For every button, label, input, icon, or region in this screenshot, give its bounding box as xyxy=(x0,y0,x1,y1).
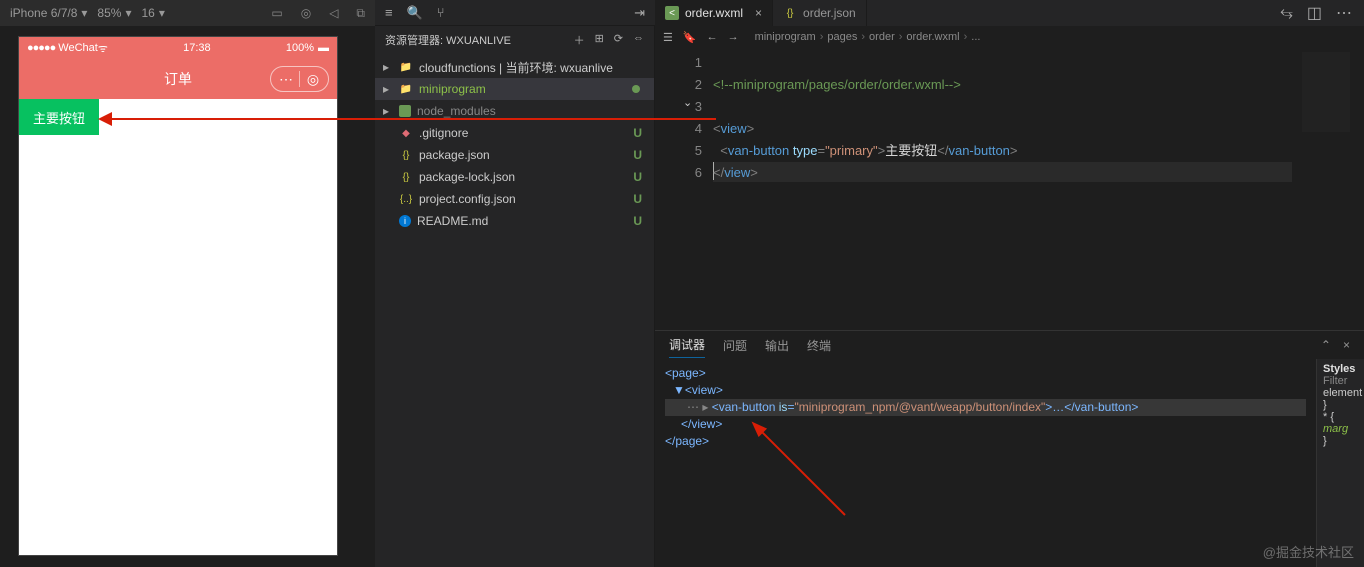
tree-item[interactable]: ▸📁cloudfunctions | 当前环境: wxuanlive xyxy=(375,56,654,78)
device-bar: iPhone 6/7/8 85% 16 ▭ ◎ ◁ ⧉ xyxy=(0,0,375,26)
outline-icon[interactable]: ≡ xyxy=(385,5,393,20)
sim-status-bar: WeChat ᯤ 17:38 100% ▬ xyxy=(19,37,337,59)
explorer-title: 资源管理器: WXUANLIVE xyxy=(385,32,511,48)
capsule-close-icon[interactable]: ◎ xyxy=(304,71,322,88)
sim-nav-bar: 订单 ⋯ ◎ xyxy=(19,59,337,99)
debug-tab[interactable]: 输出 xyxy=(765,333,789,358)
search-icon[interactable]: 🔍 xyxy=(407,5,423,21)
panel-close-icon[interactable]: × xyxy=(1343,338,1350,352)
styles-filter[interactable]: Filter xyxy=(1323,375,1358,387)
mute-icon[interactable]: ◁ xyxy=(329,6,338,21)
editor-tab[interactable]: <order.wxml× xyxy=(655,0,773,26)
sim-body: 主要按钮 xyxy=(19,99,337,555)
split-editor-icon[interactable]: ◫ xyxy=(1307,3,1322,23)
panel-up-icon[interactable]: ⌃ xyxy=(1321,338,1331,352)
refresh-icon[interactable]: ⟳ xyxy=(614,32,623,48)
styles-title: Styles xyxy=(1323,363,1358,375)
collapse-all-icon[interactable]: ⇔ xyxy=(633,32,644,48)
minimap[interactable] xyxy=(1302,52,1350,132)
debug-tab[interactable]: 终端 xyxy=(807,333,831,358)
tree-item[interactable]: {}package-lock.jsonU xyxy=(375,166,654,188)
annotation-arrow xyxy=(106,118,716,120)
tree-item[interactable]: ◆.gitignoreU xyxy=(375,122,654,144)
device-scale[interactable]: 85% xyxy=(97,6,131,20)
editor-tabs: <order.wxml×{}order.json ⥃ ◫ ⋯ xyxy=(655,0,1364,26)
device-net[interactable]: 16 xyxy=(141,6,164,20)
device-name[interactable]: iPhone 6/7/8 xyxy=(10,6,87,20)
list-icon[interactable]: ☰ xyxy=(663,31,673,44)
nav-back-icon[interactable]: ← xyxy=(707,31,718,44)
tree-item[interactable]: {}package.jsonU xyxy=(375,144,654,166)
primary-button[interactable]: 主要按钮 xyxy=(19,99,99,135)
editor-tab[interactable]: {}order.json xyxy=(773,0,867,26)
file-tree: ▸📁cloudfunctions | 当前环境: wxuanlive▸📁mini… xyxy=(375,54,654,234)
tree-item[interactable]: iREADME.mdU xyxy=(375,210,654,232)
watermark: @掘金技术社区 xyxy=(1263,542,1354,561)
capsule[interactable]: ⋯ ◎ xyxy=(270,66,329,92)
capsule-menu-icon[interactable]: ⋯ xyxy=(277,71,295,88)
debug-tab[interactable]: 调试器 xyxy=(669,332,705,358)
fold-icon[interactable]: ⌄ xyxy=(683,96,692,109)
record-icon[interactable]: ◎ xyxy=(301,6,311,21)
debug-tab[interactable]: 问题 xyxy=(723,333,747,358)
simulator: WeChat ᯤ 17:38 100% ▬ 订单 ⋯ ◎ 主要按钮 xyxy=(18,36,338,556)
tree-item[interactable]: {..}project.config.jsonU xyxy=(375,188,654,210)
more-icon[interactable]: ⋯ xyxy=(1336,3,1352,23)
gutter: 123456 xyxy=(655,48,710,330)
debug-tab-bar: 调试器问题输出终端 ⌃ × xyxy=(655,331,1364,359)
battery-label: 100% xyxy=(286,42,314,54)
signal-icon xyxy=(27,42,55,54)
battery-icon: ▬ xyxy=(318,42,329,54)
code-lines: <!--miniprogram/pages/order/order.wxml--… xyxy=(713,52,1294,206)
scm-icon[interactable]: ⑂ xyxy=(437,5,445,20)
rotate-icon[interactable]: ⧉ xyxy=(356,6,365,21)
explorer-panel: 资源管理器: WXUANLIVE ＋ ⊞ ⟳ ⇔ ▸📁cloudfunction… xyxy=(375,26,655,567)
new-file-icon[interactable]: ＋ xyxy=(574,32,585,48)
carrier-label: WeChat xyxy=(58,42,98,54)
bookmark-icon[interactable]: 🔖 xyxy=(683,31,697,44)
annotation-arrow-head xyxy=(98,112,112,126)
compare-icon[interactable]: ⥃ xyxy=(1280,4,1293,22)
nav-fwd-icon[interactable]: → xyxy=(728,31,739,44)
styles-pane[interactable]: Styles Filter element } * { marg } xyxy=(1316,359,1364,567)
tree-item[interactable]: ▸📁miniprogram xyxy=(375,78,654,100)
new-folder-icon[interactable]: ⊞ xyxy=(595,32,604,48)
explorer-header: 资源管理器: WXUANLIVE ＋ ⊞ ⟳ ⇔ xyxy=(375,26,654,54)
close-icon[interactable]: × xyxy=(755,6,762,20)
breadcrumb-bar: ☰ 🔖 ← → miniprogrampagesorderorder.wxml.… xyxy=(655,26,1364,48)
wifi-icon: ᯤ xyxy=(98,41,108,56)
code-editor[interactable]: 123456 ⌄ <!--miniprogram/pages/order/ord… xyxy=(655,48,1364,330)
device-dock-icon[interactable]: ▭ xyxy=(271,6,282,21)
page-title: 订单 xyxy=(164,69,192,89)
editor-icon-bar: ≡ 🔍 ⑂ ⇥ xyxy=(375,0,655,26)
breadcrumb[interactable]: miniprogrampagesorderorder.wxml... xyxy=(755,31,981,43)
annotation-arrow-2 xyxy=(755,425,845,515)
collapse-icon[interactable]: ⇥ xyxy=(634,5,645,21)
time-label: 17:38 xyxy=(108,42,286,54)
